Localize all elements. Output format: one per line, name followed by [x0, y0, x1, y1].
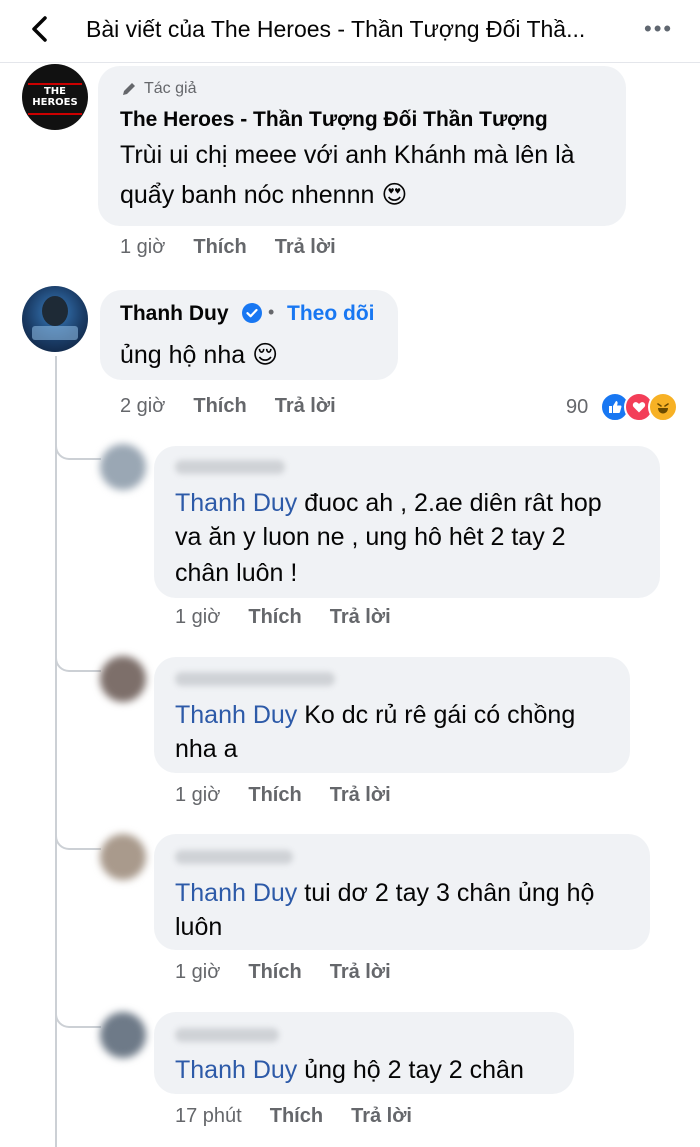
reply-button[interactable]: Trả lời: [330, 606, 391, 628]
reply-time: 17 phút: [175, 1105, 242, 1127]
comment-author-name[interactable]: The Heroes - Thần Tượng Đối Thần Tượng: [120, 108, 548, 132]
mention-link[interactable]: Thanh Duy: [175, 701, 297, 729]
reply-button[interactable]: Trả lời: [275, 395, 336, 417]
like-button[interactable]: Thích: [248, 784, 301, 806]
thread-elbow: [55, 432, 101, 460]
reply-meta: 17 phút Thích Trả lời: [175, 1105, 440, 1128]
more-horizontal-icon[interactable]: •••: [644, 18, 673, 40]
like-button[interactable]: Thích: [248, 606, 301, 628]
haha-icon: [648, 392, 679, 422]
reply-text: Thanh Duy đuoc ah , 2.ae diên rât hop: [175, 489, 602, 517]
comment-text: ủng hộ nha 😌: [120, 341, 279, 369]
comment-text: quẩy banh nóc nhennn 😍: [120, 181, 408, 209]
thread-elbow: [55, 822, 101, 850]
pencil-icon: [123, 83, 135, 95]
reply-button[interactable]: Trả lời: [351, 1105, 412, 1127]
reply-text: luôn: [175, 913, 223, 941]
like-button[interactable]: Thích: [193, 395, 246, 417]
comment-author-name[interactable]: Thanh Duy: [120, 302, 229, 326]
blurred-author-name: [175, 460, 285, 474]
chevron-left-icon[interactable]: [26, 14, 56, 44]
reply-text: chân luôn !: [175, 559, 298, 587]
verified-badge-icon: [242, 303, 262, 323]
blurred-author-name: [175, 850, 293, 864]
mention-link[interactable]: Thanh Duy: [175, 879, 297, 907]
reply-meta: 1 giờ Thích Trả lời: [175, 961, 419, 984]
thread-elbow: [55, 1000, 101, 1028]
comment-time: 2 giờ: [120, 395, 166, 417]
follow-button[interactable]: Theo dõi: [287, 302, 375, 326]
top-bar: Bài viết của The Heroes - Thần Tượng Đối…: [0, 0, 700, 63]
blurred-author-name: [175, 672, 335, 686]
reply-meta: 1 giờ Thích Trả lời: [175, 784, 419, 807]
reply-text: Thanh Duy tui dơ 2 tay 3 chân ủng hộ: [175, 879, 595, 907]
reply-button[interactable]: Trả lời: [330, 784, 391, 806]
avatar[interactable]: [100, 444, 146, 490]
mention-link[interactable]: Thanh Duy: [175, 489, 297, 517]
thread-connector: [55, 356, 57, 1147]
thread-elbow: [55, 644, 101, 672]
avatar[interactable]: THE HEROES: [22, 64, 88, 130]
reply-time: 1 giờ: [175, 961, 221, 983]
reply-text: va ăn y luon ne , ung hô hêt 2 tay 2: [175, 523, 566, 551]
comment-meta: 2 giờ Thích Trả lời: [120, 395, 364, 418]
reply-text: nha a: [175, 735, 238, 763]
like-button[interactable]: Thích: [248, 961, 301, 983]
blurred-author-name: [175, 1028, 279, 1042]
reply-text: Thanh Duy Ko dc rủ rê gái có chồng: [175, 701, 576, 729]
like-button[interactable]: Thích: [193, 236, 246, 258]
comment-meta: 1 giờ Thích Trả lời: [120, 236, 364, 259]
avatar[interactable]: [100, 1012, 146, 1058]
reply-button[interactable]: Trả lời: [275, 236, 336, 258]
reply-button[interactable]: Trả lời: [330, 961, 391, 983]
like-button[interactable]: Thích: [270, 1105, 323, 1127]
avatar[interactable]: [100, 834, 146, 880]
reply-time: 1 giờ: [175, 784, 221, 806]
mention-link[interactable]: Thanh Duy: [175, 1056, 297, 1084]
reply-meta: 1 giờ Thích Trả lời: [175, 606, 419, 629]
avatar[interactable]: [100, 656, 146, 702]
reply-time: 1 giờ: [175, 606, 221, 628]
comment-text: Trùi ui chị meee với anh Khánh mà lên là: [120, 141, 575, 169]
reaction-count: 90: [566, 395, 589, 418]
reply-text: Thanh Duy ủng hộ 2 tay 2 chân: [175, 1056, 524, 1084]
comment-time: 1 giờ: [120, 236, 166, 258]
avatar-logo-text: THE HEROES: [32, 86, 78, 108]
author-badge: Tác giả: [120, 80, 196, 98]
avatar[interactable]: [22, 286, 88, 352]
page-title: Bài viết của The Heroes - Thần Tượng Đối…: [86, 16, 586, 42]
reaction-summary[interactable]: 90: [566, 392, 679, 422]
separator-dot: •: [268, 302, 275, 322]
